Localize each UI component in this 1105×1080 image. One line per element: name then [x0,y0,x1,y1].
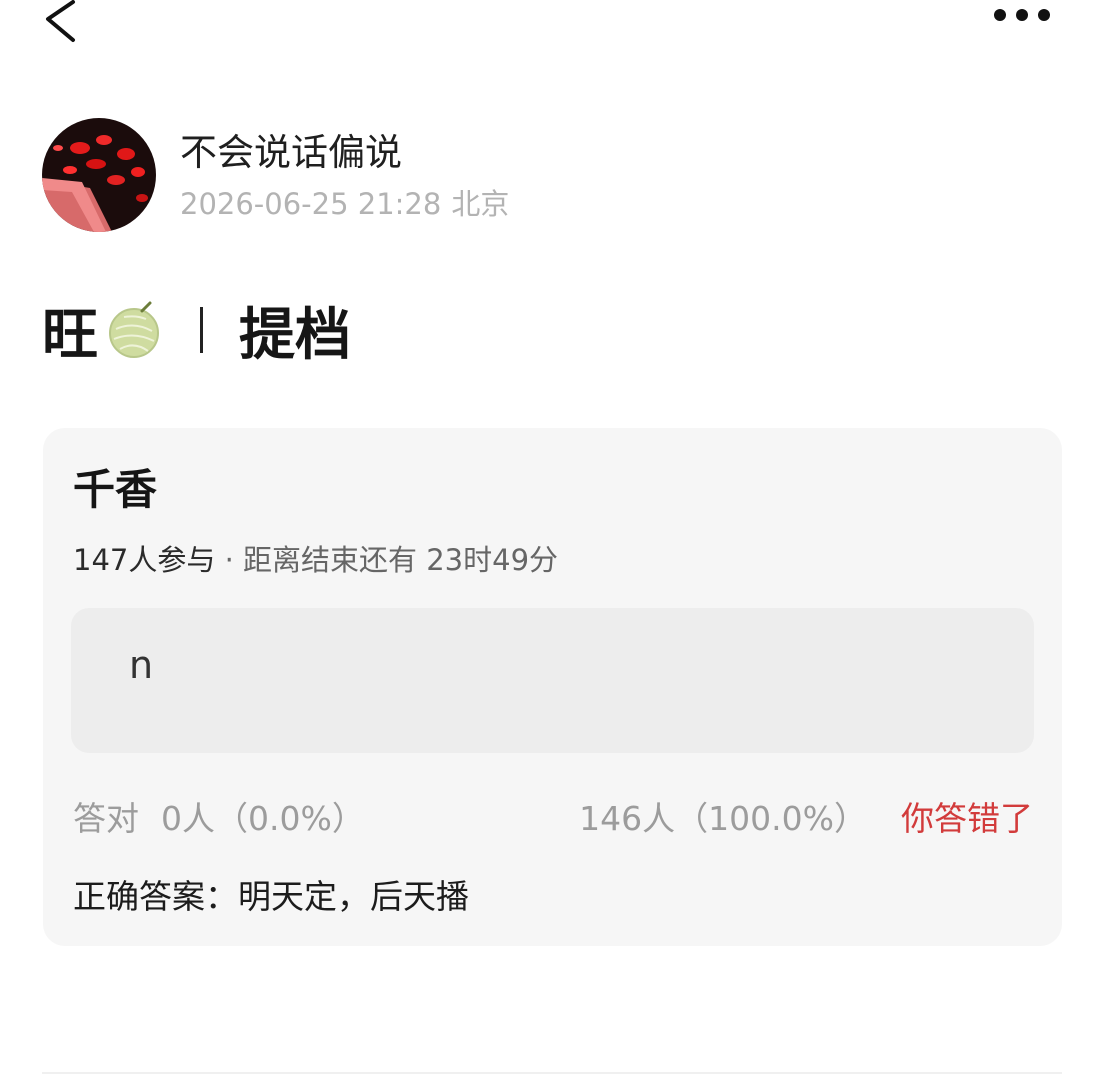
avatar[interactable] [42,118,156,232]
quiz-meta: 147人参与 · 距离结束还有 23时49分 [73,540,558,580]
bottom-divider [42,1072,1062,1074]
time-remaining: · 距离结束还有 23时49分 [224,543,559,577]
wrong-badge: 你答错了 [901,799,1033,838]
top-bar [0,0,1105,60]
post-title: 旺 提档 [42,290,351,370]
title-divider [200,307,203,353]
quiz-question: 千香 [73,465,158,514]
author-header: 不会说话偏说 2026-06-25 21:28 北京 [42,118,742,232]
my-answer-box: n [71,608,1034,753]
post-timestamp: 2026-06-25 21:28 [180,187,442,221]
post-title-part1: 旺 [42,302,98,368]
post-location: 北京 [451,187,510,221]
correct-count: 0人（0.0%） [161,799,365,838]
melon-emoji [106,301,164,359]
post-title-part2: 提档 [239,302,351,368]
correct-stat: 答对 0人（0.0%） [73,796,365,842]
wrong-count: 146人（100.0%） [579,799,867,838]
quiz-card: 千香 147人参与 · 距离结束还有 23时49分 n 答对 0人（0.0%） 1… [43,428,1062,946]
my-answer-text: n [129,643,154,687]
participants-count: 147人参与 [73,543,216,577]
post-meta: 2026-06-25 21:28 北京 [180,184,509,224]
more-dots-icon[interactable] [988,4,1058,26]
quiz-stats: 答对 0人（0.0%） 146人（100.0%） 你答错了 [73,796,1033,842]
back-icon[interactable] [40,0,84,44]
correct-label: 答对 [73,799,139,838]
correct-answer: 正确答案：明天定，后天播 [73,877,469,916]
wrong-stat: 146人（100.0%） 你答错了 [579,796,1033,842]
author-name[interactable]: 不会说话偏说 [180,130,402,176]
